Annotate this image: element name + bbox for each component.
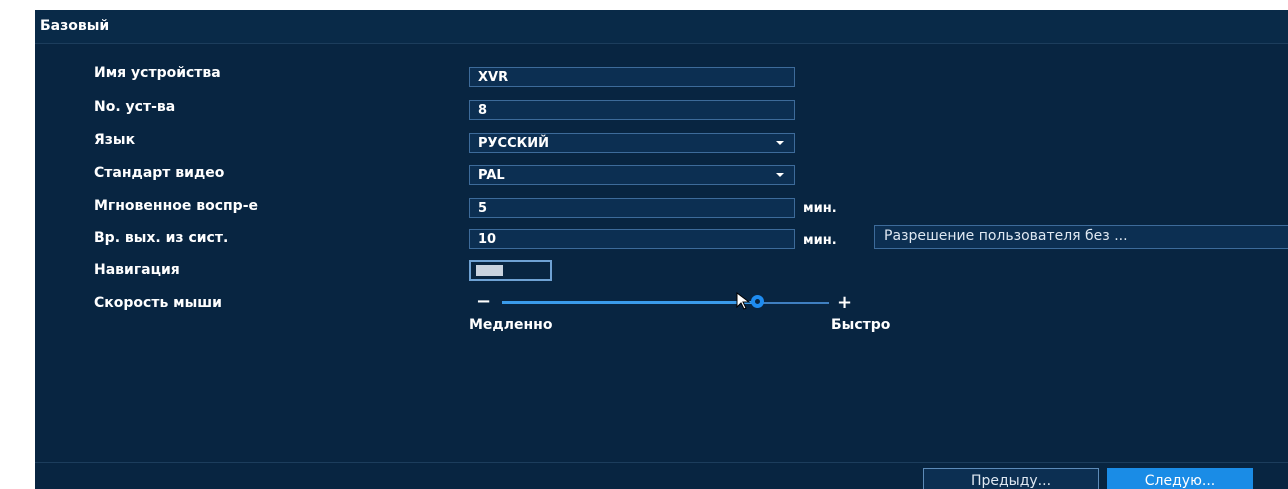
fast-label: Быстро xyxy=(831,317,891,333)
navigation-label: Навигация xyxy=(94,262,180,278)
device-no-input[interactable]: 8 xyxy=(469,100,795,120)
language-select[interactable]: РУССКИЙ xyxy=(469,133,795,153)
device-name-label: Имя устройства xyxy=(94,65,221,81)
instant-playback-label: Мгновенное воспр-е xyxy=(94,198,259,214)
chevron-down-icon xyxy=(776,141,784,145)
window-title: Базовый xyxy=(40,18,110,34)
slow-label: Медленно xyxy=(469,317,553,333)
navigation-toggle[interactable] xyxy=(469,260,552,281)
user-permission-button[interactable]: Разрешение пользователя без ... xyxy=(874,225,1288,249)
basic-settings-window: Базовый Имя устройства XVR No. уст-ва 8 … xyxy=(35,10,1288,489)
device-name-input[interactable]: XVR xyxy=(469,67,795,87)
video-standard-value: PAL xyxy=(478,168,505,183)
video-standard-select[interactable]: PAL xyxy=(469,165,795,185)
language-label: Язык xyxy=(94,132,136,148)
toggle-knob xyxy=(476,265,503,276)
logout-time-input[interactable]: 10 xyxy=(469,229,795,249)
instant-playback-unit: мин. xyxy=(803,201,837,216)
slider-decrease-button[interactable]: − xyxy=(476,291,491,312)
video-standard-label: Стандарт видео xyxy=(94,165,225,181)
mouse-speed-slider-handle[interactable] xyxy=(751,295,764,308)
chevron-down-icon xyxy=(776,173,784,177)
mouse-speed-slider-fill xyxy=(502,301,757,304)
logout-time-unit: мин. xyxy=(803,233,837,248)
logout-time-label: Вр. вых. из сист. xyxy=(94,230,229,246)
language-value: РУССКИЙ xyxy=(478,136,550,151)
footer-divider xyxy=(35,462,1288,463)
previous-button[interactable]: Предыду... xyxy=(923,468,1099,489)
next-button[interactable]: Следую... xyxy=(1107,468,1253,489)
mouse-pointer-icon xyxy=(736,292,751,310)
slider-increase-button[interactable]: + xyxy=(837,292,852,313)
instant-playback-input[interactable]: 5 xyxy=(469,198,795,218)
mouse-speed-label: Скорость мыши xyxy=(94,295,222,311)
title-bar: Базовый xyxy=(35,10,1288,44)
device-no-label: No. уст-ва xyxy=(94,99,176,115)
